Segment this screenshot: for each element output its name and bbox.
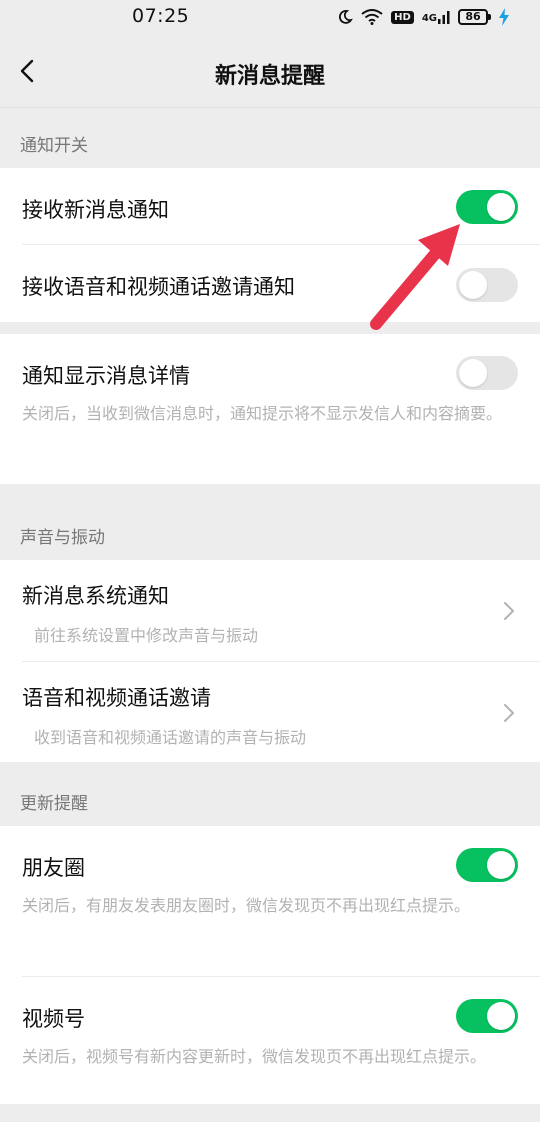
moments-label: 朋友圈 [22, 856, 85, 880]
annotation-arrow-icon [370, 224, 460, 330]
status-icons: HD 4G 86 [337, 6, 510, 28]
charging-icon [499, 8, 509, 26]
chevron-right-icon [504, 704, 514, 722]
system-notify-description: 前往系统设置中修改声音与振动 [34, 626, 259, 645]
chevron-right-icon [504, 602, 514, 620]
moon-icon [339, 10, 354, 24]
call-invite-label: 语音和视频通话邀请 [22, 686, 211, 710]
call-invite-description: 收到语音和视频通话邀请的声音与振动 [34, 728, 307, 747]
setting-row-channels[interactable]: 视频号 关闭后，视频号有新内容更新时，微信发现页不再出现红点提示。 [0, 977, 540, 1104]
channels-toggle[interactable] [456, 999, 518, 1033]
section-header-sound: 声音与振动 [0, 516, 540, 560]
section-header-notify: 通知开关 [0, 124, 540, 168]
moments-description: 关闭后，有朋友发表朋友圈时，微信发现页不再出现红点提示。 [22, 896, 471, 915]
4g-signal-icon: 4G [422, 10, 450, 24]
page-title: 新消息提醒 [214, 64, 325, 89]
setting-row-moments[interactable]: 朋友圈 关闭后，有朋友发表朋友圈时，微信发现页不再出现红点提示。 [0, 826, 540, 976]
battery-icon: 86 [458, 9, 491, 25]
setting-row-detail[interactable]: 通知显示消息详情 关闭后，当收到微信消息时，通知提示将不显示发信人和内容摘要。 [0, 334, 540, 484]
channels-label: 视频号 [22, 1007, 85, 1031]
receive-new-label: 接收新消息通知 [22, 198, 169, 222]
moments-toggle[interactable] [456, 848, 518, 882]
detail-toggle[interactable] [456, 356, 518, 390]
system-notify-label: 新消息系统通知 [22, 584, 169, 608]
wifi-icon [361, 9, 383, 25]
nav-bar: 新消息提醒 [0, 34, 540, 108]
detail-description: 关闭后，当收到微信消息时，通知提示将不显示发信人和内容摘要。 [22, 404, 503, 423]
section-header-updates: 更新提醒 [0, 782, 540, 826]
receive-call-label: 接收语音和视频通话邀请通知 [22, 275, 295, 299]
status-time: 07:25 [132, 5, 190, 27]
detail-label: 通知显示消息详情 [22, 364, 190, 388]
detail-card: 通知显示消息详情 关闭后，当收到微信消息时，通知提示将不显示发信人和内容摘要。 [0, 334, 540, 484]
setting-row-system-notify[interactable]: 新消息系统通知 前往系统设置中修改声音与振动 [0, 560, 540, 661]
channels-description: 关闭后，视频号有新内容更新时，微信发现页不再出现红点提示。 [22, 1047, 487, 1066]
setting-row-call-invite[interactable]: 语音和视频通话邀请 收到语音和视频通话邀请的声音与振动 [0, 662, 540, 762]
network-label: 4G [421, 13, 437, 24]
updates-card: 朋友圈 关闭后，有朋友发表朋友圈时，微信发现页不再出现红点提示。 视频号 关闭后… [0, 826, 540, 1104]
status-bar: 07:25 HD 4G 86 [0, 0, 540, 34]
hd-icon: HD [391, 10, 414, 24]
sound-card: 新消息系统通知 前往系统设置中修改声音与振动 语音和视频通话邀请 收到语音和视频… [0, 560, 540, 762]
